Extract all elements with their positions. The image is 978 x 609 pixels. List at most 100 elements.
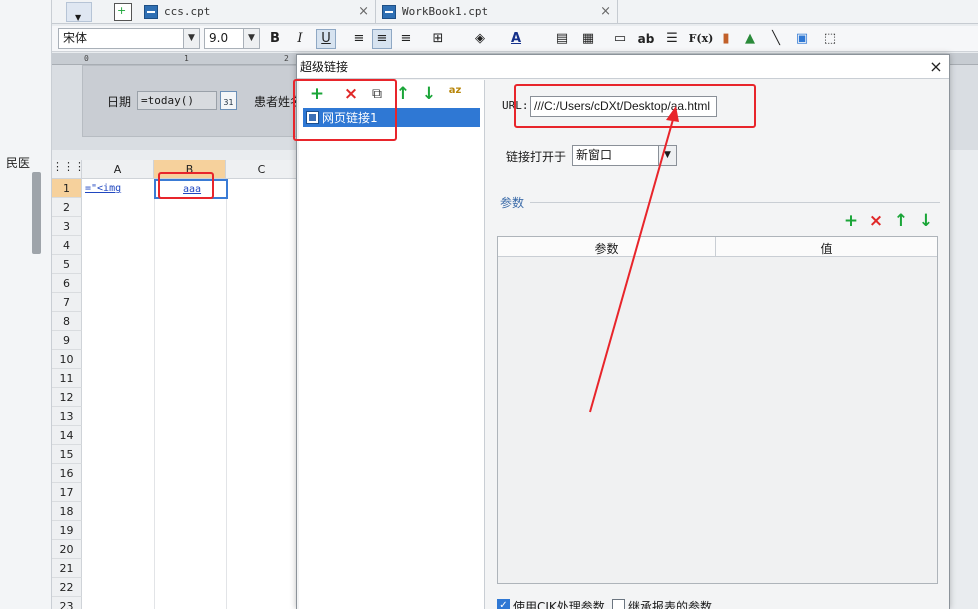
add-param-icon[interactable]: + (841, 211, 861, 231)
remove-param-icon[interactable]: × (866, 211, 886, 231)
align-center-button[interactable]: ≡ (372, 29, 392, 49)
grid-line (226, 179, 227, 609)
italic-button[interactable]: I (290, 29, 310, 49)
row-header[interactable]: 1 (52, 179, 82, 198)
open-in-value: 新窗口 (576, 148, 613, 162)
column-header-a[interactable]: A (82, 160, 154, 179)
cpt-file-icon (382, 5, 396, 19)
param-up-icon[interactable]: ↑ (891, 211, 911, 231)
row-header[interactable]: 23 (52, 597, 82, 609)
link-list-panel (299, 80, 485, 609)
cell-a1[interactable]: ="<img (85, 183, 121, 194)
cpt-file-icon (144, 5, 158, 19)
row-header[interactable]: 6 (52, 274, 82, 293)
open-in-select[interactable]: 新窗口 ▼ (572, 145, 677, 166)
row-header[interactable]: 11 (52, 369, 82, 388)
grid-line (154, 179, 155, 609)
new-report-icon[interactable]: + (114, 3, 132, 21)
annotation-box-url (514, 84, 756, 128)
formula-button[interactable]: F(x) (688, 29, 714, 49)
row-header[interactable]: 4 (52, 236, 82, 255)
inherit-option-label: 继承报表的参数 (628, 600, 713, 609)
row-header[interactable]: 3 (52, 217, 82, 236)
row-header[interactable]: 10 (52, 350, 82, 369)
column-header-param[interactable]: 参数 (498, 240, 715, 257)
chart-icon[interactable]: ▮ (716, 29, 736, 49)
spreadsheet-grid: ⋮⋮⋮ A B C 1 2 3 4 5 6 7 8 9 10 11 12 13 … (52, 160, 298, 609)
fill-color-icon[interactable]: ◈ (470, 29, 490, 49)
close-icon[interactable]: × (928, 57, 944, 76)
params-group-border (530, 202, 940, 203)
date-label: 日期 (107, 95, 132, 109)
font-color-button[interactable]: A (506, 29, 526, 49)
chevron-down-icon: ▼ (243, 29, 259, 48)
params-table[interactable] (497, 236, 938, 584)
unmerge-cells-icon[interactable]: ▦ (578, 29, 598, 49)
column-header-c[interactable]: C (226, 160, 298, 179)
align-left-button[interactable]: ≡ (349, 29, 369, 49)
insert-object-icon[interactable]: ▣ (792, 29, 812, 49)
merge-cells-icon[interactable]: ▤ (552, 29, 572, 49)
open-in-label: 链接打开于 (506, 150, 567, 164)
chevron-down-icon: ▼ (658, 146, 676, 165)
annotation-box-link-list (293, 79, 397, 141)
font-size-select[interactable]: 9.0 ▼ (204, 28, 260, 49)
row-header[interactable]: 12 (52, 388, 82, 407)
insert-row-icon[interactable]: ▭ (610, 29, 630, 49)
document-tab-bar: ▼ + ccs.cpt × WorkBook1.cpt × (52, 0, 978, 24)
tab-label: WorkBook1.cpt (402, 5, 489, 18)
grid-corner[interactable]: ⋮⋮⋮ (52, 160, 85, 179)
dialog-title: 超级链接 (300, 60, 349, 74)
left-side-panel: 民医 (0, 0, 52, 609)
underline-button[interactable]: U (316, 29, 336, 49)
font-family-select[interactable]: 宋体 ▼ (58, 28, 200, 49)
side-scrollbar-thumb[interactable] (32, 172, 41, 254)
font-size-value: 9.0 (209, 31, 229, 45)
cjk-option-label: 使用CJK处理参数 (513, 600, 605, 609)
param-down-icon[interactable]: ↓ (916, 211, 936, 231)
tab-ccs[interactable]: ccs.cpt × (138, 0, 376, 24)
date-input[interactable]: =today() (137, 91, 217, 110)
row-header[interactable]: 19 (52, 521, 82, 540)
tab-workbook1[interactable]: WorkBook1.cpt × (376, 0, 618, 24)
row-header[interactable]: 17 (52, 483, 82, 502)
annotation-box-cell (158, 172, 214, 199)
calendar-icon[interactable]: 31 (220, 91, 237, 110)
row-header[interactable]: 22 (52, 578, 82, 597)
slash-cell-icon[interactable]: ╲ (766, 29, 786, 49)
row-header[interactable]: 7 (52, 293, 82, 312)
row-header[interactable]: 14 (52, 426, 82, 445)
paragraph-icon[interactable]: ☰ (662, 29, 682, 49)
font-family-value: 宋体 (63, 31, 88, 45)
tab-label: ccs.cpt (164, 5, 211, 18)
row-header[interactable]: 16 (52, 464, 82, 483)
chevron-down-icon: ▼ (183, 29, 199, 48)
tab-close-icon[interactable]: × (358, 0, 369, 24)
chevron-down-icon: ▼ (75, 13, 82, 22)
image-icon[interactable]: ▲ (740, 29, 760, 49)
bold-button[interactable]: B (265, 29, 285, 49)
row-header[interactable]: 5 (52, 255, 82, 274)
row-header[interactable]: 8 (52, 312, 82, 331)
text-format-button[interactable]: ab (636, 29, 656, 49)
row-header[interactable]: 9 (52, 331, 82, 350)
border-icon[interactable]: ⊞ (428, 29, 448, 49)
preview-button[interactable]: ▼ (66, 2, 92, 22)
move-down-icon[interactable]: ↓ (419, 84, 439, 104)
row-header[interactable]: 2 (52, 198, 82, 217)
side-text-fragment: 民医 (6, 156, 31, 170)
format-toolbar: 宋体 ▼ 9.0 ▼ B I U ≡ ≡ ≡ ⊞ ◈ A ▤ ▦ ▭ ab ☰ … (52, 26, 978, 52)
row-header[interactable]: 15 (52, 445, 82, 464)
row-header[interactable]: 20 (52, 540, 82, 559)
row-header[interactable]: 21 (52, 559, 82, 578)
row-header[interactable]: 18 (52, 502, 82, 521)
params-group-label: 参数 (500, 194, 529, 211)
column-header-value[interactable]: 值 (716, 240, 937, 257)
row-header[interactable]: 13 (52, 407, 82, 426)
align-right-button[interactable]: ≡ (396, 29, 416, 49)
cjk-checkbox[interactable]: ✓ (497, 599, 510, 609)
tab-close-icon[interactable]: × (600, 0, 611, 24)
sort-icon[interactable]: az (445, 84, 465, 104)
frame-icon[interactable]: ⬚ (820, 29, 840, 49)
inherit-params-checkbox[interactable] (612, 599, 625, 609)
